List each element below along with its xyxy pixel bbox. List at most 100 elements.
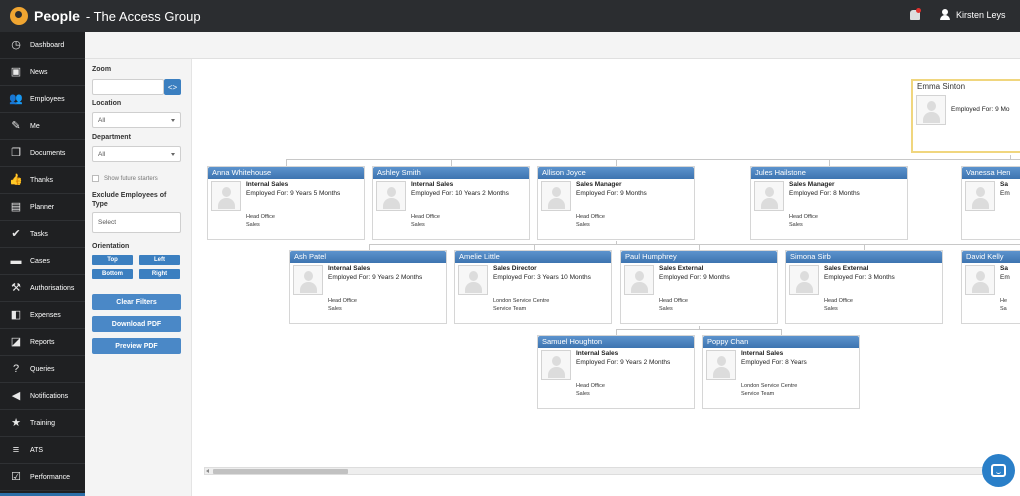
sidebar-item-reports[interactable]: ◪ Reports [0,329,85,356]
sidebar-item-label: Training [30,419,56,427]
employee-card[interactable]: Ashley Smith Internal Sales Employed For: … [372,166,530,240]
connector-line [369,244,1020,245]
employee-card[interactable]: Emma Sinton Employed For: 9 Mo [911,79,1020,153]
documents-icon: ❐ [11,146,21,159]
sidebar-item-label: Me [30,122,40,130]
logo[interactable]: People - The Access Group [10,7,201,25]
org-chart-canvas[interactable]: Emma Sinton Employed For: 9 Mo Anna Whiteh… [191,59,1020,496]
job-title: Sales Director [493,265,537,272]
sidebar-item-news[interactable]: ▣ News [0,59,85,86]
employee-card[interactable]: Poppy Chan Internal Sales Employed For: 8 … [702,335,860,409]
employee-card[interactable]: David Kelly Sa Em He Sa [961,250,1020,324]
sidebar-item-dashboard[interactable]: ◷ Dashboard [0,32,85,59]
sidebar-item-label: Notifications [30,392,69,400]
employee-card[interactable]: Amelie Little Sales Director Employed For:… [454,250,612,324]
people-logo-icon [10,7,28,25]
scrollbar-thumb[interactable] [213,469,348,474]
sidebar-item-training[interactable]: ★ Training [0,410,85,437]
avatar-placeholder-icon [965,181,995,211]
department-text: Sales [328,306,342,312]
department-select[interactable]: All [92,146,181,162]
zoom-label: Zoom [92,66,112,73]
orientation-bottom-button[interactable]: Bottom [92,269,133,279]
future-starters-checkbox[interactable] [92,175,99,182]
sidebar-item-planner[interactable]: ▤ Planner [0,194,85,221]
employed-for: Employed For: 3 Months [824,274,895,281]
employee-name: Emma Sinton [913,81,1020,93]
employee-card[interactable]: Paul Humphrey Sales External Employed For:… [620,250,778,324]
location-text: Head Office [411,214,440,220]
sidebar-item-employees[interactable]: 👥 Employees [0,86,85,113]
employee-card[interactable]: Jules Hailstone Sales Manager Employed For… [750,166,908,240]
avatar-placeholder-icon [754,181,784,211]
employee-card[interactable]: Simona Sirb Sales External Employed For: 3… [785,250,943,324]
thumbs-up-icon: 👍 [9,173,23,186]
job-title: Internal Sales [246,181,289,188]
sidebar-item-authorisations[interactable]: ⚒ Authorisations [0,275,85,302]
employee-card[interactable]: Anna Whitehouse Internal Sales Employed Fo… [207,166,365,240]
employee-card[interactable]: Ash Patel Internal Sales Employed For: 9 Y… [289,250,447,324]
horizontal-scrollbar[interactable] [204,467,1009,475]
sidebar-item-label: Dashboard [30,41,65,49]
filter-panel: Zoom <> Location All Department All Show… [85,59,191,496]
employed-for: Employed For: 8 Years [741,359,807,366]
user-edit-icon: ✎ [11,119,21,132]
employee-name: Allison Joyce [538,167,694,179]
sidebar: ◷ Dashboard ▣ News 👥 Employees ✎ Me ❐ Documents 👍 T… [0,32,85,496]
employee-name: Ashley Smith [373,167,529,179]
department-text: Service Team [741,391,775,397]
employee-name: Poppy Chan [703,336,859,348]
avatar-placeholder-icon [789,265,819,295]
connector-line [616,329,782,330]
sidebar-item-queries[interactable]: ? Queries [0,356,85,383]
sidebar-item-notifications[interactable]: ◀ Notifications [0,383,85,410]
preview-pdf-button[interactable]: Preview PDF [92,338,181,354]
user-menu[interactable]: Kirsten Leys [940,9,1006,20]
notification-badge [916,8,921,13]
employed-for: Employed For: 9 Years 2 Months [328,274,423,281]
top-bar: People - The Access Group Kirsten Leys [0,0,1020,32]
avatar-placeholder-icon [965,265,995,295]
sidebar-item-cases[interactable]: ▬ Cases [0,248,85,275]
sidebar-item-expenses[interactable]: ◧ Expenses [0,302,85,329]
sidebar-item-label: Expenses [30,311,61,319]
job-title: Sales Manager [576,181,622,188]
sidebar-item-documents[interactable]: ❐ Documents [0,140,85,167]
employee-card[interactable]: Allison Joyce Sales Manager Employed For: … [537,166,695,240]
location-label: Location [92,100,122,107]
sidebar-item-ats[interactable]: ≡ ATS [0,437,85,464]
location-select[interactable]: All [92,112,181,128]
orientation-top-button[interactable]: Top [92,255,133,265]
zoom-input[interactable] [92,79,164,95]
dashboard-icon: ◷ [11,38,21,51]
employee-name: Paul Humphrey [621,251,777,263]
scroll-left-icon[interactable] [206,469,209,473]
clear-filters-button[interactable]: Clear Filters [92,294,181,310]
exclude-type-input[interactable]: Select [92,212,181,233]
employee-name: Simona Sirb [786,251,942,263]
orientation-left-button[interactable]: Left [139,255,180,265]
sidebar-item-performance[interactable]: ☑ Performance [0,464,85,491]
chat-launcher-button[interactable] [982,454,1015,487]
sidebar-item-me[interactable]: ✎ Me [0,113,85,140]
sidebar-item-label: Documents [30,149,66,157]
sidebar-item-label: Tasks [30,230,48,238]
user-icon [940,9,950,20]
chart-icon: ◪ [10,335,22,348]
location-text: Head Office [576,214,605,220]
employee-card[interactable]: Vanessa Hen Sa Em [961,166,1020,240]
sidebar-item-tasks[interactable]: ✔ Tasks [0,221,85,248]
future-starters-label: Show future starters [104,176,158,182]
avatar-placeholder-icon [541,350,571,380]
location-text: Head Office [789,214,818,220]
job-title: Internal Sales [328,265,371,272]
download-pdf-button[interactable]: Download PDF [92,316,181,332]
avatar-placeholder-icon [624,265,654,295]
gavel-icon: ⚒ [11,281,21,294]
employee-card[interactable]: Samuel Houghton Internal Sales Employed Fo… [537,335,695,409]
zoom-toggle-button[interactable]: <> [164,79,181,95]
employed-for: Employed For: 3 Years 10 Months [493,274,591,281]
orientation-right-button[interactable]: Right [139,269,180,279]
location-text: London Service Centre [493,298,550,304]
sidebar-item-thanks[interactable]: 👍 Thanks [0,167,85,194]
